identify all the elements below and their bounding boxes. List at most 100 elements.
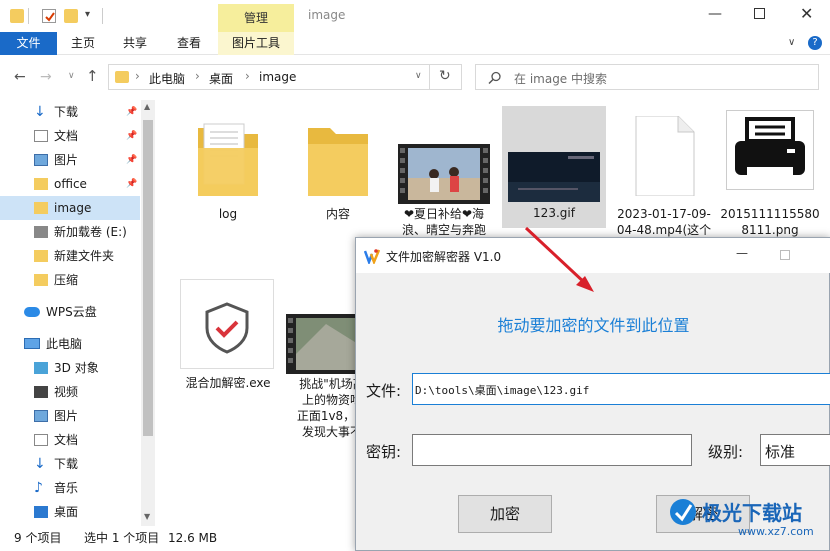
selected-count: 选中 1 个项目 [84, 531, 160, 545]
up-button[interactable]: ↑ [86, 67, 99, 85]
pin-icon: 📌 [126, 131, 138, 141]
tab-share[interactable]: 共享 [114, 32, 156, 55]
printer-icon [735, 117, 805, 177]
address-bar[interactable]: › 此电脑 › 桌面 › image ∨ ↻ [108, 64, 462, 90]
file-item-123-gif-selected[interactable]: 123.gif [502, 106, 606, 228]
properties-icon[interactable] [42, 9, 56, 23]
sidebar-item-label: 压缩 [54, 273, 79, 287]
drop-hint[interactable]: 拖动要加密的文件到此位置 [356, 312, 830, 336]
encrypt-button[interactable]: 加密 [458, 495, 552, 533]
pin-icon: 📌 [126, 179, 138, 189]
sidebar-item[interactable]: 新建文件夹 [0, 244, 140, 268]
address-dropdown-icon[interactable]: ∨ [415, 71, 422, 81]
folder-icon [10, 9, 24, 23]
watermark-url: www.xz7.com [738, 525, 814, 538]
cloud-icon [24, 307, 40, 317]
navigation-pane: ↓ 下载 📌 文档 📌 图片 📌 office 📌 image 新加载卷 (E:) 新建文件夹 压缩 WP… [0, 100, 155, 526]
forward-button[interactable]: → [40, 69, 52, 85]
3d-objects-icon [34, 362, 48, 374]
refresh-icon[interactable]: ↻ [439, 68, 451, 84]
recent-locations-icon[interactable]: ∨ [68, 71, 75, 81]
music-icon: ♪ [34, 480, 43, 496]
sidebar-item-label: 此电脑 [46, 337, 83, 351]
ribbon-tabs: 文件 主页 共享 查看 图片工具 ∨ ? [0, 32, 830, 55]
breadcrumb-desktop[interactable]: 桌面 [209, 70, 233, 87]
file-name: log [218, 207, 238, 221]
folder-icon [34, 178, 48, 190]
sidebar-item[interactable]: ♪ 音乐 [0, 476, 140, 500]
tab-file[interactable]: 文件 [0, 32, 57, 55]
dialog-title-bar: 文件加密解密器 V1.0 — [356, 238, 830, 273]
sidebar-item-label: office [54, 177, 87, 191]
sidebar-item-label: 音乐 [54, 481, 79, 495]
sidebar-item[interactable]: ↓ 下载 📌 [0, 100, 140, 124]
close-button[interactable]: ✕ [800, 4, 813, 23]
file-name-line: 2015111115580 [720, 207, 820, 221]
divider [429, 65, 430, 89]
sidebar-item[interactable]: office 📌 [0, 172, 140, 196]
minimize-button[interactable]: — [708, 6, 722, 22]
key-input[interactable] [412, 434, 692, 466]
tab-view[interactable]: 查看 [168, 32, 210, 55]
file-name: 内容 [325, 207, 350, 221]
sidebar-item-label: 桌面 [54, 505, 79, 519]
video-thumbnail [398, 144, 490, 204]
sidebar-item[interactable]: 图片 [0, 404, 140, 428]
customize-quick-access-icon[interactable]: ▾ [85, 9, 90, 20]
scroll-down-icon[interactable]: ▼ [144, 512, 150, 521]
file-item-video-summer[interactable]: ❤夏日补给❤海 浪、晴空与奔跑 [396, 110, 492, 240]
nav-scrollbar-thumb[interactable] [143, 120, 153, 436]
sidebar-item[interactable]: 视频 [0, 380, 140, 404]
scroll-up-icon[interactable]: ▲ [144, 102, 150, 111]
file-item-png-printer[interactable]: 2015111115580 8111.png [720, 110, 820, 240]
folder-icon [34, 250, 48, 262]
file-name-line: ❤夏日补给❤海 [403, 207, 485, 221]
sidebar-item[interactable]: 桌面 [0, 500, 140, 524]
sidebar-item-label: 下载 [54, 105, 79, 119]
tab-picture-tools[interactable]: 图片工具 [218, 32, 294, 55]
blank-file-icon [635, 116, 695, 196]
level-value: 标准 [765, 443, 796, 461]
document-icon [34, 130, 48, 142]
sidebar-item[interactable]: ↓ 下载 [0, 452, 140, 476]
help-icon[interactable]: ? [808, 36, 822, 50]
watermark: 极光下载站 www.xz7.com [668, 493, 828, 551]
sidebar-item-wps[interactable]: WPS云盘 [0, 300, 140, 324]
search-input[interactable]: 在 image 中搜索 [514, 70, 607, 87]
chevron-right-icon: › [195, 69, 200, 83]
maximize-button[interactable] [754, 8, 765, 19]
sidebar-item[interactable]: 文档 [0, 428, 140, 452]
file-item-exe[interactable]: 混合加解密.exe [180, 279, 276, 399]
dialog-maximize-button[interactable] [780, 250, 790, 260]
back-button[interactable]: ← [14, 69, 26, 85]
sidebar-item-label: 图片 [54, 153, 79, 167]
expand-ribbon-icon[interactable]: ∨ [788, 37, 795, 48]
sidebar-item-label: 3D 对象 [54, 361, 99, 375]
status-bar: 9 个项目 选中 1 个项目 12.6 MB [0, 526, 355, 551]
sidebar-item[interactable]: 文档 📌 [0, 124, 140, 148]
level-select[interactable]: 标准 [760, 434, 830, 466]
file-path-input[interactable]: D:\tools\桌面\image\123.gif [412, 373, 830, 405]
sidebar-item-label: 新建文件夹 [54, 249, 115, 263]
sidebar-item[interactable]: 新加载卷 (E:) [0, 220, 140, 244]
file-name-line: 8111.png [741, 223, 799, 237]
breadcrumb-this-pc[interactable]: 此电脑 [149, 70, 185, 87]
file-item-mp4[interactable]: 2023-01-17-09- 04-48.mp4(这个 [616, 110, 712, 240]
pin-icon: 📌 [126, 107, 138, 117]
breadcrumb-image[interactable]: image [259, 70, 296, 84]
exe-thumbnail [180, 279, 274, 369]
search-box[interactable]: 在 image 中搜索 [475, 64, 819, 90]
sidebar-item-label: image [54, 201, 92, 215]
tab-home[interactable]: 主页 [62, 32, 104, 55]
sidebar-item[interactable]: image [0, 196, 140, 220]
sidebar-item-this-pc[interactable]: 此电脑 [0, 332, 140, 356]
file-item-log[interactable]: log [180, 110, 276, 230]
file-label: 文件: [366, 382, 402, 400]
sidebar-item[interactable]: 图片 📌 [0, 148, 140, 172]
sidebar-item[interactable]: 3D 对象 [0, 356, 140, 380]
file-item-content[interactable]: 内容 [290, 110, 386, 230]
dialog-minimize-button[interactable]: — [736, 246, 748, 260]
sidebar-item[interactable]: 压缩 [0, 268, 140, 292]
level-label: 级别: [708, 443, 744, 461]
new-folder-icon[interactable] [64, 9, 78, 23]
